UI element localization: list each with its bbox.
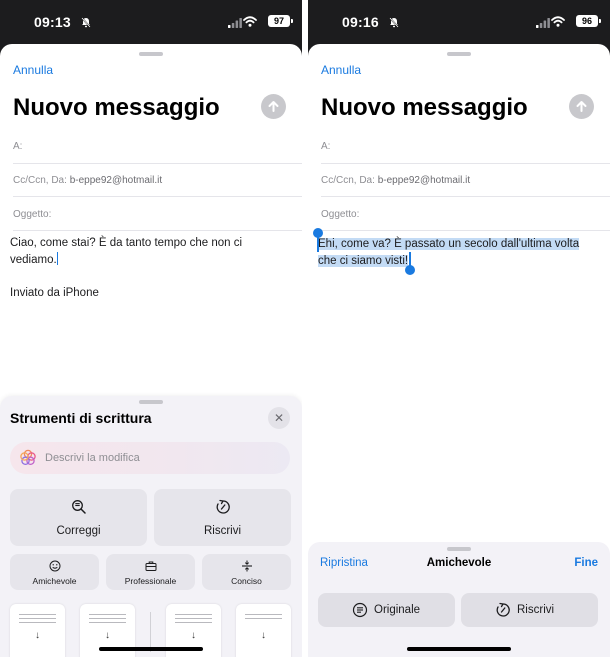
- send-arrow-icon: [576, 101, 587, 112]
- to-field[interactable]: A:: [13, 141, 302, 152]
- cancel-button[interactable]: Annulla: [321, 63, 361, 77]
- table-option[interactable]: ↓: [236, 604, 291, 657]
- tone-professional-label: Professionale: [124, 576, 177, 586]
- tone-friendly-button[interactable]: Amichevole: [10, 554, 99, 590]
- rewrite-icon: [495, 602, 511, 623]
- wifi-icon: [551, 14, 565, 32]
- status-bar: 09:16 96: [308, 0, 610, 44]
- selection-start-handle[interactable]: [313, 228, 323, 252]
- close-icon: ✕: [273, 411, 285, 425]
- signature: Inviato da iPhone: [10, 287, 99, 299]
- summary-option[interactable]: ↓: [10, 604, 65, 657]
- tone-mode-label: Amichevole: [426, 557, 492, 569]
- arrow-down-icon: ↓: [191, 630, 196, 641]
- text-cursor: [56, 252, 58, 265]
- body-line-last: vediamo.: [10, 252, 58, 266]
- body-line: Ehi, come va? È passato un secolo dall'u…: [318, 236, 604, 253]
- divider: [321, 196, 610, 197]
- phone-screen-right: 09:16 96 Annulla Nuovo messaggio A: Cc/C…: [308, 0, 610, 657]
- body-line: Ciao, come stai? È da tanto tempo che no…: [10, 237, 243, 249]
- briefcase-icon: [145, 559, 157, 577]
- cc-from-field[interactable]: Cc/Ccn, Da: b-eppe92@hotmail.it: [321, 175, 610, 186]
- home-indicator[interactable]: [407, 647, 511, 651]
- writing-tools-title: Strumenti di scrittura: [10, 410, 152, 426]
- message-body[interactable]: Ciao, come stai? È da tanto tempo che no…: [10, 235, 270, 269]
- compose-sheet: Annulla Nuovo messaggio A: Cc/Ccn, Da: b…: [0, 44, 302, 657]
- cancel-button[interactable]: Annulla: [13, 63, 53, 77]
- original-button[interactable]: Originale: [318, 593, 455, 627]
- rewrite-label: Riscrivi: [203, 525, 242, 537]
- selected-text: Ehi, come va? È passato un secolo dall'u…: [318, 238, 580, 250]
- from-value: b-eppe92@hotmail.it: [377, 175, 471, 186]
- cc-label: Cc/Ccn, Da:: [13, 175, 67, 186]
- page-title: Nuovo messaggio: [321, 94, 528, 121]
- divider: [321, 163, 610, 164]
- describe-placeholder: Descrivi la modifica: [45, 452, 140, 464]
- arrow-down-icon: ↓: [261, 630, 266, 641]
- apple-intelligence-icon: [18, 448, 38, 473]
- to-field[interactable]: A:: [321, 141, 610, 152]
- send-button[interactable]: [569, 94, 594, 119]
- panel-grabber[interactable]: [447, 547, 471, 551]
- selection-end-handle[interactable]: [405, 252, 415, 275]
- send-arrow-icon: [268, 101, 279, 112]
- bell-slash-icon: [81, 15, 91, 33]
- signal-icon: [228, 15, 242, 33]
- send-button[interactable]: [261, 94, 286, 119]
- panel-grabber[interactable]: [139, 400, 163, 404]
- rewrite-button[interactable]: Riscrivi: [154, 489, 291, 546]
- sheet-grabber[interactable]: [139, 52, 163, 56]
- rewrite-bar: Ripristina Amichevole Fine Originale Ris…: [308, 542, 610, 657]
- subject-field[interactable]: Oggetto:: [321, 209, 610, 220]
- battery-icon: 96: [576, 15, 601, 27]
- tone-professional-button[interactable]: Professionale: [106, 554, 195, 590]
- arrow-down-icon: ↓: [35, 630, 40, 641]
- describe-change-input[interactable]: Descrivi la modifica: [10, 442, 290, 474]
- tone-friendly-label: Amichevole: [32, 576, 77, 586]
- home-indicator[interactable]: [99, 647, 203, 651]
- status-bar: 09:13 97: [0, 0, 302, 44]
- wifi-icon: [243, 14, 257, 32]
- proofread-label: Correggi: [56, 525, 101, 537]
- body-line: che ci siamo visti!: [318, 253, 604, 270]
- arrow-down-icon: ↓: [105, 630, 110, 641]
- divider: [321, 230, 610, 231]
- compose-sheet: Annulla Nuovo messaggio A: Cc/Ccn, Da: b…: [308, 44, 610, 657]
- magnifier-check-icon: [71, 499, 87, 520]
- smile-icon: [49, 559, 61, 577]
- message-body[interactable]: Ehi, come va? È passato un secolo dall'u…: [318, 236, 604, 270]
- tone-concise-button[interactable]: Conciso: [202, 554, 291, 590]
- status-time: 09:13: [34, 14, 71, 30]
- proofread-button[interactable]: Correggi: [10, 489, 147, 546]
- rewrite-label: Riscrivi: [517, 604, 555, 616]
- writing-tools-panel: Strumenti di scrittura ✕ Descrivi la mod…: [0, 396, 302, 657]
- cc-from-field[interactable]: Cc/Ccn, Da: b-eppe92@hotmail.it: [13, 175, 302, 186]
- cc-label: Cc/Ccn, Da:: [321, 175, 375, 186]
- battery-icon: 97: [268, 15, 293, 27]
- divider: [13, 230, 302, 231]
- selected-text: che ci siamo visti!: [318, 255, 409, 267]
- sheet-grabber[interactable]: [447, 52, 471, 56]
- original-label: Originale: [374, 604, 421, 616]
- phone-screen-left: 09:13 97 Annulla Nuovo messaggio A: Cc/C…: [0, 0, 302, 657]
- divider: [13, 196, 302, 197]
- from-value: b-eppe92@hotmail.it: [69, 175, 163, 186]
- subject-field[interactable]: Oggetto:: [13, 209, 302, 220]
- status-time: 09:16: [342, 14, 379, 30]
- divider: [13, 163, 302, 164]
- rewrite-again-button[interactable]: Riscrivi: [461, 593, 598, 627]
- bell-slash-icon: [389, 15, 399, 33]
- rewrite-icon: [215, 499, 231, 520]
- done-button[interactable]: Fine: [574, 557, 598, 569]
- signal-icon: [536, 15, 550, 33]
- original-icon: [352, 602, 368, 623]
- divider: [150, 612, 151, 652]
- page-title: Nuovo messaggio: [13, 94, 220, 121]
- tone-concise-label: Conciso: [231, 576, 262, 586]
- close-button[interactable]: ✕: [268, 407, 290, 429]
- concise-icon: [241, 559, 253, 577]
